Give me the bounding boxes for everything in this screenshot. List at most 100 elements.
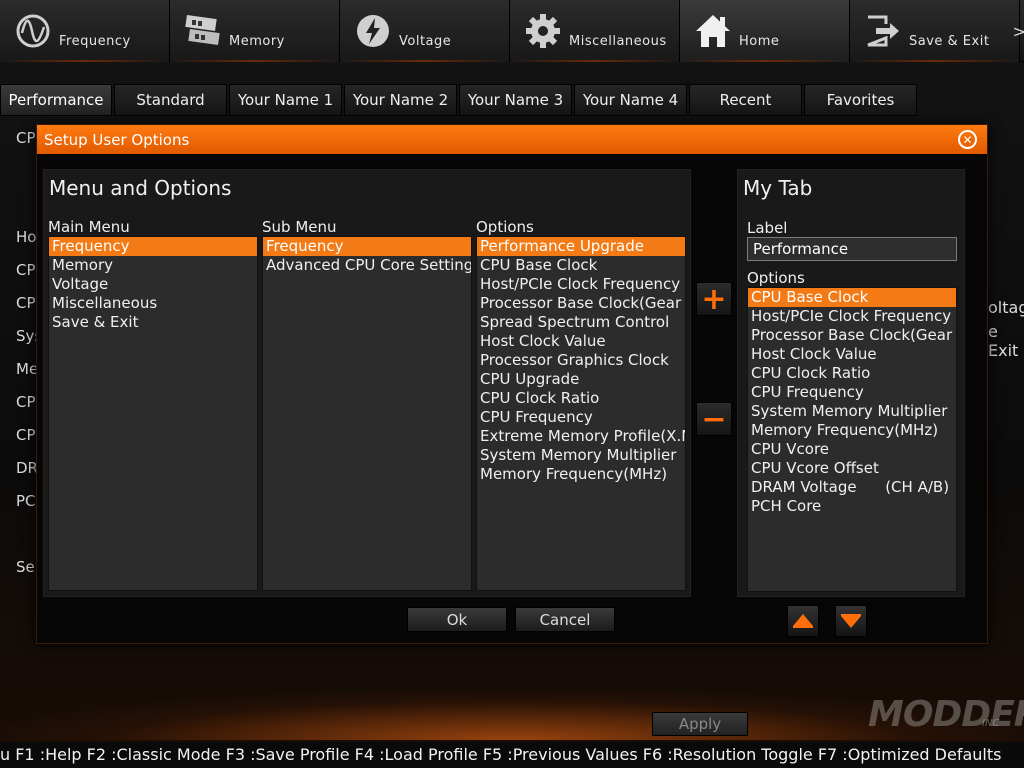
setup-user-options-dialog: Setup User Options ✕ Menu and Options Ma… — [36, 124, 988, 644]
tab-your-name-3[interactable]: Your Name 3 — [459, 84, 572, 116]
option-item[interactable]: Performance Upgrade — [477, 237, 685, 256]
memory-chip-icon — [184, 12, 222, 50]
my-tab-option-item[interactable]: CPU Vcore — [748, 440, 956, 459]
watermark-logo: MODDERS — [868, 694, 1024, 735]
house-icon — [694, 12, 732, 50]
add-option-button[interactable]: + — [696, 281, 732, 317]
background-label: PC — [16, 492, 36, 510]
my-tab-option-item[interactable]: CPU Frequency — [748, 383, 956, 402]
main-menu-item[interactable]: Voltage — [49, 275, 257, 294]
my-tab-option-item[interactable]: Host/PCIe Clock Frequency — [748, 307, 956, 326]
background-label: Se — [16, 558, 35, 576]
option-item[interactable]: System Memory Multiplier — [477, 446, 685, 465]
close-icon[interactable]: ✕ — [958, 130, 977, 149]
my-tab-option-item[interactable]: System Memory Multiplier — [748, 402, 956, 421]
option-item[interactable]: CPU Upgrade — [477, 370, 685, 389]
option-item[interactable]: Processor Graphics Clock — [477, 351, 685, 370]
tab-your-name-4[interactable]: Your Name 4 — [574, 84, 687, 116]
tab-performance[interactable]: Performance — [0, 84, 112, 116]
dialog-title-bar: Setup User Options ✕ — [37, 125, 987, 154]
sub-menu-item[interactable]: Advanced CPU Core Settings — [263, 256, 471, 275]
nav-frequency[interactable]: Frequency — [0, 0, 170, 62]
option-item[interactable]: Processor Base Clock(Gear Ratio) — [477, 294, 685, 313]
ok-button[interactable]: Ok — [407, 607, 507, 632]
tab-your-name-1[interactable]: Your Name 1 — [229, 84, 342, 116]
option-item[interactable]: Memory Frequency(MHz) — [477, 465, 685, 484]
nav-save-exit[interactable]: Save & Exit — [850, 0, 1020, 62]
my-tab-options-header: Options — [747, 269, 805, 287]
sub-menu-item[interactable]: Frequency — [263, 237, 471, 256]
background-label: Me — [16, 360, 39, 378]
nav-miscellaneous[interactable]: Miscellaneous — [510, 0, 680, 62]
background-label: DR — [16, 459, 38, 477]
main-menu-item[interactable]: Memory — [49, 256, 257, 275]
option-item[interactable]: CPU Clock Ratio — [477, 389, 685, 408]
menu-heading: Menu and Options — [49, 176, 232, 200]
remove-option-button[interactable]: − — [696, 401, 732, 437]
menu-and-options-panel: Menu and Options Main Menu Frequency Mem… — [43, 169, 691, 597]
tab-your-name-2[interactable]: Your Name 2 — [344, 84, 457, 116]
tab-recent[interactable]: Recent — [689, 84, 802, 116]
dialog-title: Setup User Options — [44, 130, 190, 149]
option-item[interactable]: Host Clock Value — [477, 332, 685, 351]
watermark-sub: INC — [982, 718, 1000, 729]
my-tab-panel: My Tab Label Performance Options CPU Bas… — [737, 169, 965, 597]
option-item[interactable]: Spread Spectrum Control — [477, 313, 685, 332]
background-label: CP — [16, 426, 36, 444]
tab-favorites[interactable]: Favorites — [804, 84, 917, 116]
nav-label: Memory — [229, 33, 285, 49]
option-item[interactable]: CPU Frequency — [477, 408, 685, 427]
option-item[interactable]: Extreme Memory Profile(X.M.P.) — [477, 427, 685, 446]
main-menu-item[interactable]: Frequency — [49, 237, 257, 256]
nav-label: Save & Exit — [909, 33, 990, 49]
my-tab-option-item[interactable]: CPU Clock Ratio — [748, 364, 956, 383]
move-down-button[interactable] — [835, 605, 867, 637]
my-tab-option-item[interactable]: DRAM Voltage (CH A/B) — [748, 478, 956, 497]
my-tab-option-item[interactable]: Processor Base Clock(Gear Ratio) — [748, 326, 956, 345]
frequency-gauge-icon — [14, 12, 52, 50]
label-header: Label — [747, 219, 788, 237]
main-menu-header: Main Menu — [48, 218, 130, 236]
background-label: CP — [16, 261, 36, 279]
my-tab-heading: My Tab — [743, 176, 813, 200]
gear-icon — [524, 12, 562, 50]
my-tab-option-item[interactable]: Memory Frequency(MHz) — [748, 421, 956, 440]
nav-home[interactable]: Home — [680, 0, 850, 62]
main-menu-item[interactable]: Miscellaneous — [49, 294, 257, 313]
minus-icon: − — [701, 401, 727, 437]
top-navigation: Frequency Memory Voltage Miscellaneous H… — [0, 0, 1024, 62]
hotkey-bar: u F1 :Help F2 :Classic Mode F3 :Save Pro… — [0, 742, 1024, 768]
nav-label: Miscellaneous — [569, 33, 667, 49]
option-item[interactable]: CPU Base Clock — [477, 256, 685, 275]
tab-standard[interactable]: Standard — [114, 84, 227, 116]
my-tab-option-item[interactable]: CPU Vcore Offset — [748, 459, 956, 478]
arrow-up-icon — [793, 614, 813, 628]
background-label: CP — [16, 129, 36, 147]
options-header: Options — [476, 218, 534, 236]
background-label: Ho — [16, 228, 37, 246]
tab-label-input[interactable]: Performance — [747, 237, 957, 261]
nav-voltage[interactable]: Voltage — [340, 0, 510, 62]
options-list: Performance Upgrade CPU Base Clock Host/… — [476, 236, 686, 591]
background-label: CP — [16, 393, 36, 411]
my-tab-option-item[interactable]: CPU Base Clock — [748, 288, 956, 307]
nav-more-arrow[interactable]: > — [1013, 22, 1024, 41]
nav-memory[interactable]: Memory — [170, 0, 340, 62]
sub-menu-header: Sub Menu — [262, 218, 337, 236]
bios-screen: Frequency Memory Voltage Miscellaneous H… — [0, 0, 1024, 768]
option-item[interactable]: Host/PCIe Clock Frequency — [477, 275, 685, 294]
main-menu-item[interactable]: Save & Exit — [49, 313, 257, 332]
arrow-down-icon — [841, 614, 861, 628]
background-label: e Exit — [988, 322, 1019, 360]
move-up-button[interactable] — [787, 605, 819, 637]
my-tab-options-list: CPU Base Clock Host/PCIe Clock Frequency… — [747, 287, 957, 592]
my-tab-option-item[interactable]: PCH Core — [748, 497, 956, 516]
lightning-bolt-icon — [354, 12, 392, 50]
plus-icon: + — [701, 281, 727, 317]
nav-label: Home — [739, 33, 780, 49]
my-tab-option-item[interactable]: Host Clock Value — [748, 345, 956, 364]
apply-button[interactable]: Apply — [652, 712, 748, 736]
tab-bar: Performance Standard Your Name 1 Your Na… — [0, 84, 917, 116]
cancel-button[interactable]: Cancel — [515, 607, 615, 632]
nav-label: Frequency — [59, 33, 131, 49]
